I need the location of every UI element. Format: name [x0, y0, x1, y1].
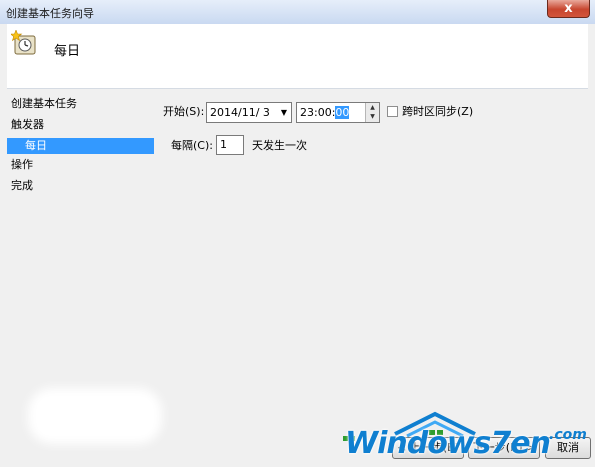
spin-down-icon[interactable]: ▼	[366, 112, 379, 121]
spin-up-icon[interactable]: ▲	[366, 103, 379, 112]
start-date-picker[interactable]: 2014/11/ 3 ▼	[206, 102, 292, 123]
watermark-logo: Windows7en .com	[337, 408, 593, 466]
chevron-down-icon[interactable]: ▼	[281, 103, 287, 122]
title-bar: 创建基本任务向导 x	[0, 0, 595, 24]
recur-label: 每隔(C):	[171, 139, 213, 152]
sync-timezone-checkbox[interactable]	[387, 106, 398, 117]
watermark-suffix: .com	[549, 427, 587, 443]
wizard-steps: 创建基本任务 触发器 每日 操作 完成	[7, 89, 157, 359]
start-time-input[interactable]: 23:00:00 ▲ ▼	[296, 102, 380, 123]
sync-timezone-label: 跨时区同步(Z)	[402, 105, 474, 118]
wizard-header: 每日	[7, 24, 588, 89]
time-value: 23:00:	[300, 106, 336, 119]
start-date-value: 2014/11/ 3	[210, 106, 270, 119]
window-title: 创建基本任务向导	[6, 7, 94, 20]
time-seconds-selected: 00	[335, 106, 350, 119]
step-trigger[interactable]: 触发器	[11, 117, 44, 133]
redaction-smudge	[28, 388, 162, 444]
clock-star-icon	[11, 30, 36, 55]
step-daily[interactable]: 每日	[7, 138, 154, 154]
close-button[interactable]: x	[547, 0, 590, 18]
recur-days-value: 1	[220, 138, 227, 151]
step-create-basic-task[interactable]: 创建基本任务	[11, 96, 77, 112]
time-spinner[interactable]: ▲ ▼	[365, 103, 379, 122]
recur-suffix-label: 天发生一次	[252, 139, 307, 152]
page-title: 每日	[54, 44, 81, 59]
recur-days-input[interactable]: 1	[216, 135, 244, 155]
close-icon: x	[564, 1, 573, 16]
start-label: 开始(S):	[163, 105, 205, 118]
watermark-text: Windows7en	[345, 426, 551, 461]
step-finish[interactable]: 完成	[11, 178, 33, 194]
step-action[interactable]: 操作	[11, 157, 33, 173]
